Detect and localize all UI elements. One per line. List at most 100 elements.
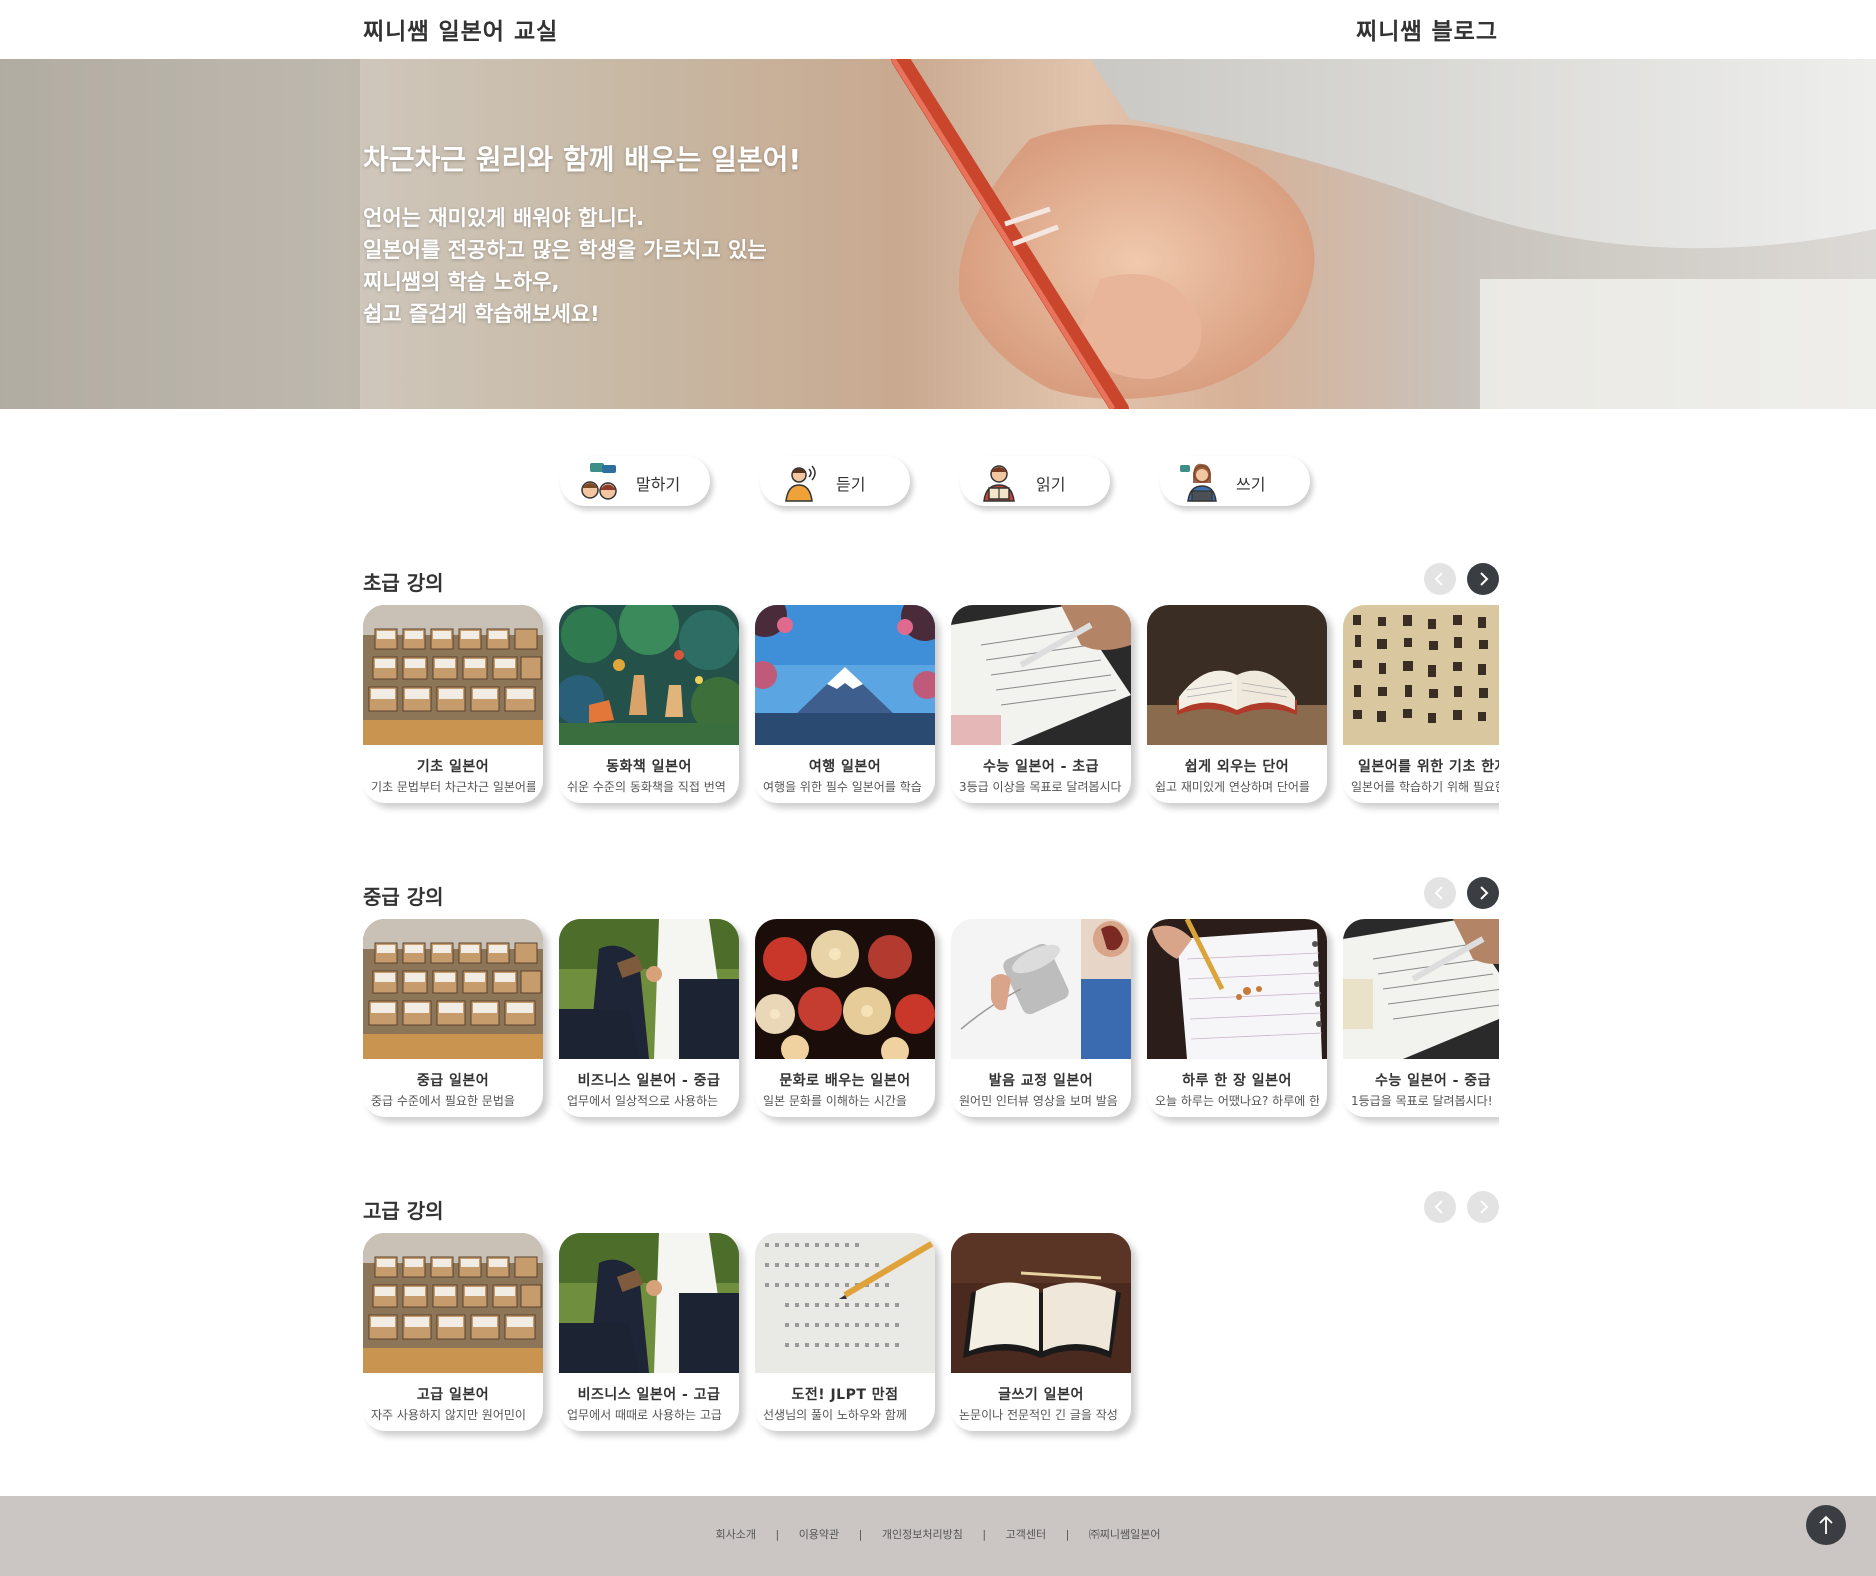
chevron-left-icon [1434, 1200, 1443, 1214]
carousel-next-button[interactable] [1467, 563, 1499, 595]
course-title: 비즈니스 일본어 - 중급 [577, 1073, 721, 1089]
course-title: 일본어를 위한 기초 한자 [1358, 759, 1499, 775]
chevron-left-icon [1434, 572, 1443, 586]
chevron-right-icon [1480, 572, 1489, 586]
course-card[interactable]: 글쓰기 일본어 논문이나 전문적인 긴 글을 작성 [951, 1233, 1131, 1431]
course-description: 일본어를 학습하기 위해 필요한 [1351, 780, 1499, 794]
chevron-left-icon [1434, 886, 1443, 900]
footer-separator: | [1065, 1528, 1070, 1541]
open-book-image [1147, 605, 1327, 745]
hero-hand-writing-image [0, 59, 1876, 409]
skill-button-listening[interactable]: 듣기 [760, 456, 910, 506]
mount-fuji-image [755, 605, 935, 745]
chevron-right-icon [1480, 1200, 1489, 1214]
hero-banner: 차근차근 원리와 함께 배우는 일본어! 언어는 재미있게 배워야 합니다. 일… [0, 59, 1876, 409]
omr-test-sheet-image [755, 1233, 935, 1373]
course-card[interactable]: 중급 일본어 중급 수준에서 필요한 문법을 [363, 919, 543, 1117]
skill-label: 쓰기 [1236, 475, 1266, 494]
blog-link[interactable]: 찌니쌤 블로그 [1356, 12, 1498, 46]
course-card[interactable]: 수능 일본어 - 초급 3등급 이상을 목표로 달려봅시다 [951, 605, 1131, 803]
hero-line: 일본어를 전공하고 많은 학생을 가르치고 있는 [363, 238, 767, 262]
course-description: 자주 사용하지 않지만 원어민이 [371, 1408, 526, 1422]
footer-link-terms[interactable]: 이용약관 [799, 1528, 839, 1541]
site-title[interactable]: 찌니쌤 일본어 교실 [363, 12, 558, 46]
course-card[interactable]: 고급 일본어 자주 사용하지 않지만 원어민이 [363, 1233, 543, 1431]
footer-link-about[interactable]: 회사소개 [715, 1528, 755, 1541]
open-notebook-image [951, 1233, 1131, 1373]
course-card[interactable]: 비즈니스 일본어 - 중급 업무에서 일상적으로 사용하는 [559, 919, 739, 1117]
course-card[interactable]: 수능 일본어 - 중급 1등급을 목표로 달려봅시다! [1343, 919, 1499, 1117]
course-description: 3등급 이상을 목표로 달려봅시다 [959, 780, 1122, 794]
course-section-intermediate: 중급 강의 중급 일본어 중급 수준에서 필요한 문법을 비즈니스 일본어 - … [363, 877, 1499, 1131]
course-description: 논문이나 전문적인 긴 글을 작성 [959, 1408, 1118, 1422]
skill-button-speaking[interactable]: 말하기 [560, 456, 710, 506]
skill-button-reading[interactable]: 읽기 [960, 456, 1110, 506]
course-card[interactable]: 쉽게 외우는 단어 쉽고 재미있게 연상하며 단어를 [1147, 605, 1327, 803]
site-footer: 회사소개 | 이용약관 | 개인정보처리방침 | 고객센터 | ㈜찌니쌤일본어 [0, 1496, 1876, 1576]
hero-description: 언어는 재미있게 배워야 합니다. 일본어를 전공하고 많은 학생을 가르치고 … [363, 202, 767, 330]
course-title: 하루 한 장 일본어 [1182, 1073, 1292, 1089]
footer-link-privacy[interactable]: 개인정보처리방침 [882, 1528, 963, 1541]
course-description: 여행을 위한 필수 일본어를 학습 [763, 780, 922, 794]
answer-sheet-pencil-image [951, 605, 1131, 745]
course-card[interactable]: 비즈니스 일본어 - 고급 업무에서 때때로 사용하는 고급 [559, 1233, 739, 1431]
footer-links: 회사소개 | 이용약관 | 개인정보처리방침 | 고객센터 | ㈜찌니쌤일본어 [0, 1526, 1876, 1542]
carousel-next-button[interactable] [1467, 877, 1499, 909]
course-title: 비즈니스 일본어 - 고급 [577, 1387, 721, 1403]
course-description: 기초 문법부터 차근차근 일본어를 [371, 780, 535, 794]
carousel-prev-button[interactable] [1424, 877, 1456, 909]
footer-separator: | [858, 1528, 863, 1541]
course-card[interactable]: 기초 일본어 기초 문법부터 차근차근 일본어를 [363, 605, 543, 803]
carousel-next-button[interactable] [1467, 1191, 1499, 1223]
course-carousel: 고급 일본어 자주 사용하지 않지만 원어민이 비즈니스 일본어 - 고급 업무… [363, 1233, 1499, 1443]
course-card[interactable]: 하루 한 장 일본어 오늘 하루는 어땠나요? 하루에 한 [1147, 919, 1327, 1117]
answer-sheet-pencil-image [1343, 919, 1499, 1059]
arrow-up-icon [1819, 1515, 1833, 1534]
site-header: 찌니쌤 일본어 교실 찌니쌤 블로그 [0, 0, 1876, 59]
course-title: 고급 일본어 [416, 1387, 490, 1403]
carousel-prev-button[interactable] [1424, 563, 1456, 595]
speech-bubbles-icon [581, 463, 617, 500]
forest-deer-painting-image [559, 605, 739, 745]
hero-line: 찌니쌤의 학습 노하우, [363, 270, 560, 294]
course-title: 쉽게 외우는 단어 [1184, 759, 1290, 775]
skill-label: 읽기 [1036, 475, 1066, 494]
scroll-to-top-button[interactable] [1806, 1505, 1846, 1545]
listening-person-icon [785, 465, 816, 502]
course-title: 기초 일본어 [416, 759, 490, 775]
course-title: 도전! JLPT 만점 [791, 1387, 899, 1403]
course-card[interactable]: 도전! JLPT 만점 선생님의 풀이 노하우와 함께 [755, 1233, 935, 1431]
course-title: 동화책 일본어 [606, 759, 692, 775]
hero-headline: 차근차근 원리와 함께 배우는 일본어! [363, 143, 802, 176]
course-description: 쉽고 재미있게 연상하며 단어를 [1155, 780, 1310, 794]
course-card[interactable]: 문화로 배우는 일본어 일본 문화를 이해하는 시간을 [755, 919, 935, 1117]
skill-label: 말하기 [636, 475, 681, 494]
section-title: 초급 강의 [363, 571, 444, 595]
footer-separator: | [982, 1528, 987, 1541]
hero-line: 언어는 재미있게 배워야 합니다. [363, 206, 645, 230]
course-card[interactable]: 동화책 일본어 쉬운 수준의 동화책을 직접 번역 [559, 605, 739, 803]
section-title: 중급 강의 [363, 885, 444, 909]
business-people-image [559, 919, 739, 1059]
footer-separator: | [775, 1528, 780, 1541]
course-title: 중급 일본어 [416, 1073, 490, 1089]
reading-person-icon [983, 465, 1015, 502]
course-section-advanced: 고급 강의 고급 일본어 자주 사용하지 않지만 원어민이 비즈니스 일본어 -… [363, 1191, 1499, 1445]
footer-company-name[interactable]: ㈜찌니쌤일본어 [1089, 1528, 1161, 1541]
course-description: 중급 수준에서 필요한 문법을 [371, 1094, 515, 1108]
course-title: 여행 일본어 [808, 759, 882, 775]
course-title: 수능 일본어 - 중급 [1374, 1073, 1492, 1089]
course-section-beginner: 초급 강의 기초 일본어 기초 문법부터 차근차근 일본어를 동화책 일본어 쉬… [363, 563, 1499, 817]
course-card[interactable]: 여행 일본어 여행을 위한 필수 일본어를 학습 [755, 605, 935, 803]
footer-link-support[interactable]: 고객센터 [1006, 1528, 1046, 1541]
course-description: 오늘 하루는 어땠나요? 하루에 한 [1155, 1094, 1319, 1108]
course-card[interactable]: 일본어를 위한 기초 한자 일본어를 학습하기 위해 필요한 [1343, 605, 1499, 803]
course-description: 업무에서 때때로 사용하는 고급 [567, 1408, 722, 1422]
skill-button-writing[interactable]: 쓰기 [1160, 456, 1310, 506]
skill-label: 듣기 [836, 475, 866, 494]
carousel-prev-button[interactable] [1424, 1191, 1456, 1223]
course-card[interactable]: 발음 교정 일본어 원어민 인터뷰 영상을 보며 발음 [951, 919, 1131, 1117]
course-title: 글쓰기 일본어 [998, 1387, 1084, 1403]
course-description: 업무에서 일상적으로 사용하는 [567, 1094, 719, 1108]
course-description: 일본 문화를 이해하는 시간을 [763, 1094, 907, 1108]
